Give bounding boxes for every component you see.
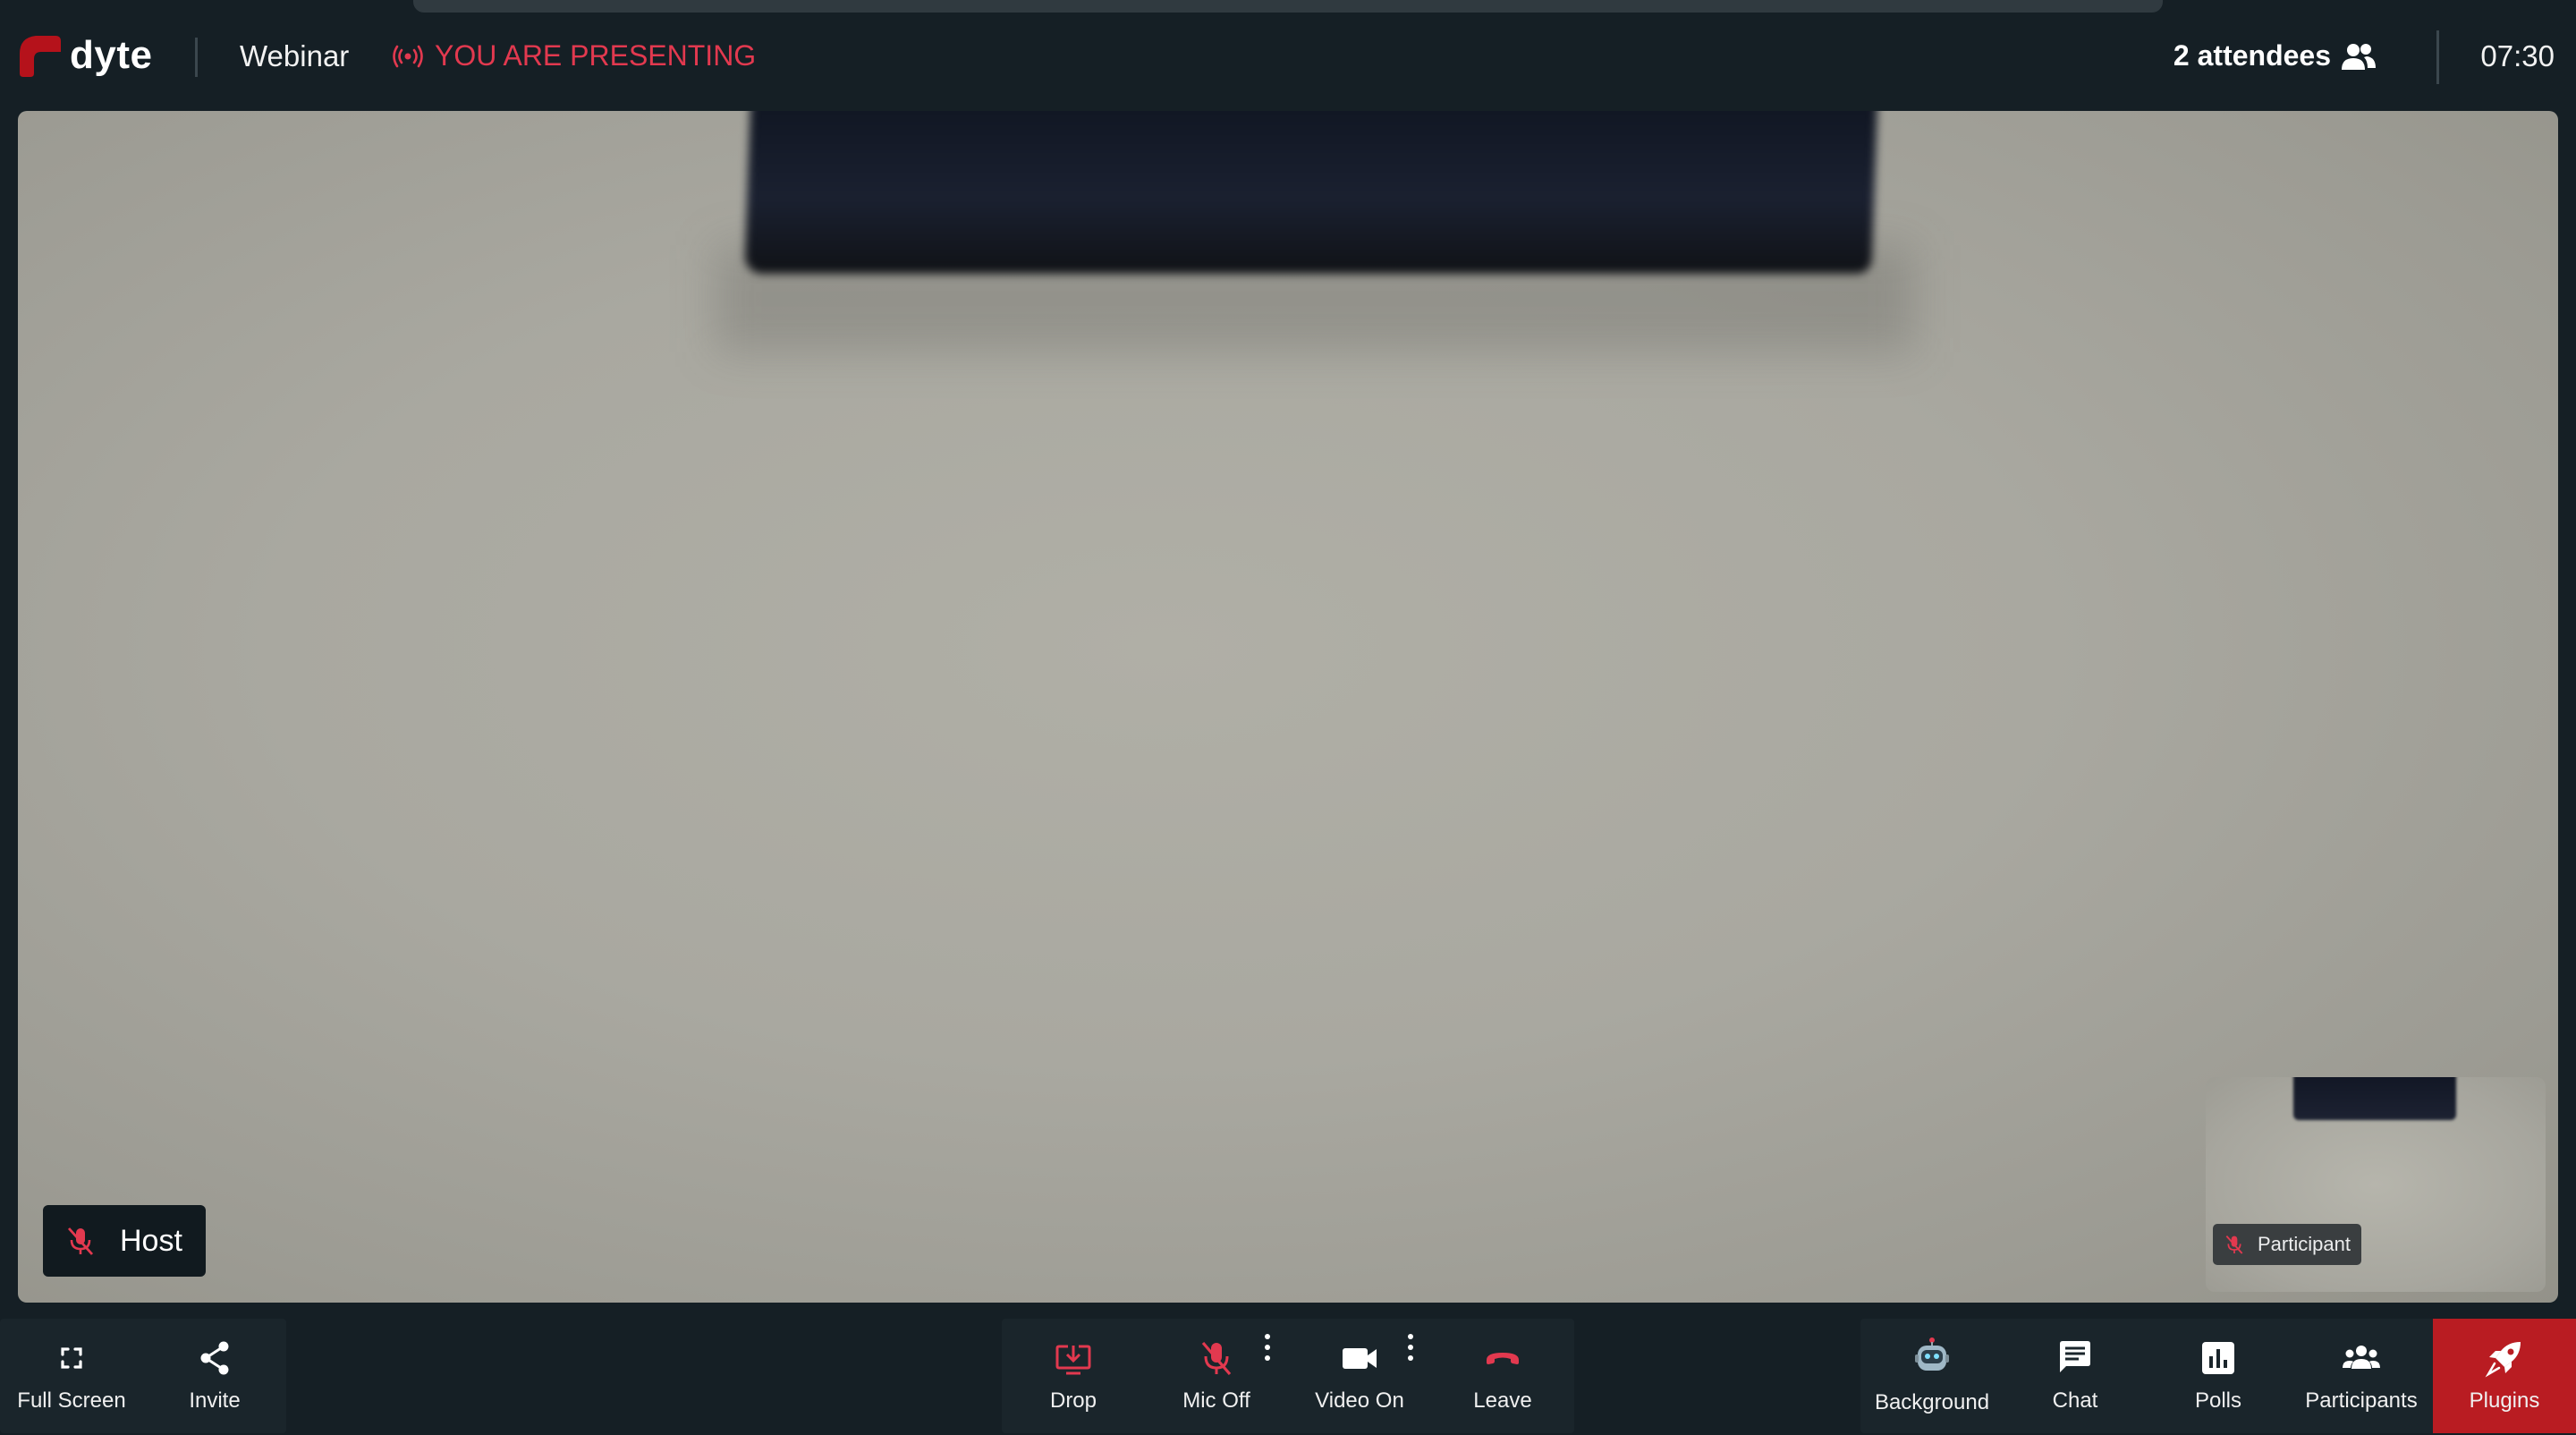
host-name-tag: Host [43,1205,206,1277]
robot-icon [1915,1337,1949,1371]
background-button[interactable]: Background [1860,1319,2004,1433]
video-camera-icon [1343,1348,1377,1369]
invite-button[interactable]: Invite [143,1319,286,1433]
presenting-indicator: YOU ARE PRESENTING [392,39,756,72]
participant-name-tag: Participant [2213,1224,2361,1265]
center-controls: Drop Mic Off Video On Leave [1002,1319,1574,1435]
mic-off-icon [67,1227,94,1255]
polls-button[interactable]: Polls [2147,1319,2290,1433]
leave-label: Leave [1473,1388,1532,1413]
share-icon [200,1341,229,1375]
participant-label: Participant [2258,1233,2351,1255]
plugins-label: Plugins [2469,1388,2540,1413]
people-icon [2342,43,2376,70]
leave-button[interactable]: Leave [1431,1319,1574,1433]
main-video-stage: Host Participant [18,111,2558,1303]
phone-hangup-icon [1487,1353,1519,1364]
mic-label: Mic Off [1182,1388,1250,1413]
top-screen-share-bar [413,0,2163,13]
video-scene-monitor [744,111,1878,274]
fullscreen-label: Full Screen [17,1388,126,1413]
video-label: Video On [1315,1388,1404,1413]
poll-icon [2202,1342,2234,1374]
polls-label: Polls [2194,1388,2242,1413]
background-label: Background [1874,1390,1990,1414]
left-controls: Full Screen Invite [0,1319,286,1435]
video-toggle-button[interactable]: Video On [1288,1319,1431,1433]
video-options-icon[interactable] [1406,1333,1415,1362]
attendees-label: 2 attendees [2173,39,2331,72]
mic-options-icon[interactable] [1263,1333,1272,1362]
chat-button[interactable]: Chat [2004,1319,2147,1433]
mic-off-icon [1201,1341,1232,1376]
invite-label: Invite [189,1388,241,1413]
participants-button[interactable]: Participants [2290,1319,2433,1433]
chat-label: Chat [2052,1388,2098,1413]
header-divider [195,38,198,77]
plugins-button[interactable]: Plugins [2433,1319,2576,1433]
fullscreen-button[interactable]: Full Screen [0,1319,143,1433]
meeting-title: Webinar [240,39,350,72]
logo-text: dyte [70,33,153,77]
participants-icon [2343,1346,2380,1369]
mic-off-icon [2225,1235,2243,1254]
dyte-logo-icon [20,36,61,77]
participants-label: Participants [2305,1388,2418,1413]
top-bar: dyte Webinar YOU ARE PRESENTING 2 attend… [0,13,2576,104]
participant-tile[interactable]: Participant [2206,1077,2546,1292]
drop-screenshare-button[interactable]: Drop [1002,1319,1145,1433]
rocket-icon [2485,1342,2521,1378]
dyte-logo: dyte [14,32,152,79]
right-controls: Background Chat Polls Participants Plugi… [1860,1319,2576,1435]
drop-screen-icon [1055,1345,1091,1375]
drop-label: Drop [1049,1388,1097,1413]
mic-toggle-button[interactable]: Mic Off [1145,1319,1288,1433]
attendees-button[interactable]: 2 attendees [2174,39,2377,72]
presenting-label: YOU ARE PRESENTING [435,39,757,72]
participant-video-monitor [2293,1077,2456,1120]
broadcast-icon [393,45,423,67]
fullscreen-icon [61,1347,82,1369]
chat-icon [2060,1341,2090,1372]
header-divider-right [2436,30,2439,84]
host-label: Host [120,1223,182,1258]
meeting-timer: 07:30 [2480,39,2555,72]
